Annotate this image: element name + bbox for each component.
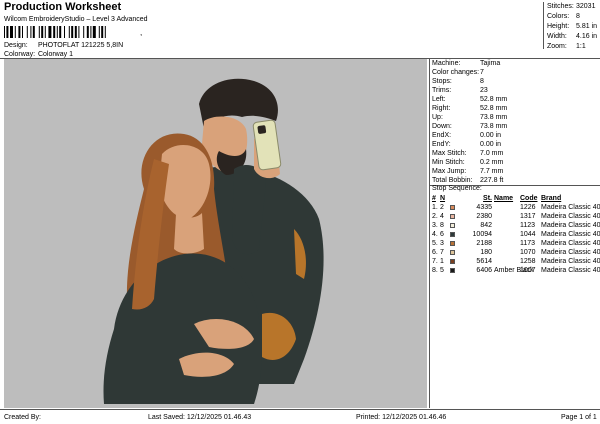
stop-cell-code: 1258 — [520, 258, 536, 265]
stat-width: Width: 4.16 in — [547, 33, 598, 40]
stop-cell-n: 3 — [440, 240, 444, 247]
colorway-value: Colorway 1 — [37, 51, 73, 58]
design-row: Design: PHOTOFLAT 121225 5,8IN — [4, 42, 123, 49]
barcode-trail: , — [140, 28, 143, 37]
stop-cell-num: 2. — [432, 213, 438, 220]
page-title: Production Worksheet — [4, 1, 122, 13]
stop-cell-n: 8 — [440, 222, 444, 229]
stop-cell-n: 7 — [440, 249, 444, 256]
colorway-row: Colorway: Colorway 1 — [4, 51, 73, 58]
stop-cell-st: 180 — [480, 249, 492, 256]
stop-sequence-title: Stop Sequence: — [432, 185, 482, 192]
stop-table-header: # N St. Name Code Brand — [432, 195, 562, 202]
stop-cell-code: 1070 — [520, 249, 536, 256]
stop-cell-n: 1 — [440, 258, 444, 265]
embroidery-artwork — [103, 78, 324, 404]
stat-zoom: Zoom: 1:1 — [547, 43, 586, 50]
footer: Created By: Last Saved: 12/12/2025 01.46… — [0, 409, 600, 424]
stop-cell-st: 2380 — [476, 213, 492, 220]
stop-row: 1. 2 4335 1226 Madeira Classic 40 — [430, 203, 600, 212]
colorway-label: Colorway: — [4, 51, 36, 58]
phone-camera-icon — [257, 125, 267, 134]
stop-row: 5. 3 2188 1173 Madeira Classic 40 — [430, 239, 600, 248]
stop-cell-num: 4. — [432, 231, 438, 238]
design-label: Design: — [4, 42, 28, 49]
stop-cell-st: 4335 — [476, 204, 492, 211]
stop-cell-brand: Madeira Classic 40 — [541, 267, 600, 274]
stop-cell-brand: Madeira Classic 40 — [541, 222, 600, 229]
footer-page: Page 1 of 1 — [561, 414, 597, 421]
color-swatch — [450, 223, 455, 228]
color-swatch — [450, 250, 455, 255]
color-swatch — [450, 241, 455, 246]
stop-cell-st: 6406 — [476, 267, 492, 274]
stop-cell-brand: Madeira Classic 40 — [541, 249, 600, 256]
stop-cell-n: 6 — [440, 231, 444, 238]
color-swatch — [450, 268, 455, 273]
stop-cell-st: 842 — [480, 222, 492, 229]
info-panel: Machine: Tajima Color changes: 7 Stops: 8 T… — [429, 59, 600, 408]
stop-cell-num: 7. — [432, 258, 438, 265]
stop-cell-num: 5. — [432, 240, 438, 247]
footer-last-saved: Last Saved: 12/12/2025 01.46.43 — [148, 414, 252, 421]
footer-printed: Printed: 12/12/2025 01.46.46 — [356, 414, 447, 421]
stop-cell-code: 1317 — [520, 213, 536, 220]
stop-cell-code: 1173 — [520, 240, 536, 247]
stat-height: Height: 5.81 in — [547, 23, 598, 30]
design-value: PHOTOFLAT 121225 5,8IN — [37, 42, 124, 49]
woman-neck — [174, 213, 204, 254]
stop-cell-brand: Madeira Classic 40 — [541, 204, 600, 211]
stop-cell-n: 4 — [440, 213, 444, 220]
stop-cell-code: 1007 — [520, 267, 536, 274]
stop-cell-n: 2 — [440, 204, 444, 211]
stop-row: 8. 5 6406 Amber Black 1007 Madeira Classic 40 — [430, 266, 600, 275]
stat-colors: Colors: 8 — [547, 13, 580, 20]
stop-row: 6. 7 180 1070 Madeira Classic 40 — [430, 248, 600, 257]
stop-cell-num: 6. — [432, 249, 438, 256]
stop-row: 2. 4 2380 1317 Madeira Classic 40 — [430, 212, 600, 221]
stat-stitches: Stitches: 32031 — [547, 3, 596, 10]
stop-row: 3. 8 842 1123 Madeira Classic 40 — [430, 221, 600, 230]
color-swatch — [450, 205, 455, 210]
stop-cell-code: 1226 — [520, 204, 536, 211]
stop-cell-st: 5614 — [476, 258, 492, 265]
stop-cell-brand: Madeira Classic 40 — [541, 240, 600, 247]
stop-cell-n: 5 — [440, 267, 444, 274]
software-name: Wilcom EmbroideryStudio – Level 3 Advanc… — [4, 16, 148, 23]
stop-row: 7. 1 5614 1258 Madeira Classic 40 — [430, 257, 600, 266]
stop-cell-brand: Madeira Classic 40 — [541, 258, 600, 265]
design-preview — [4, 59, 427, 408]
footer-created-by: Created By: — [4, 414, 41, 421]
stop-cell-st: 10094 — [472, 231, 492, 238]
color-swatch — [450, 259, 455, 264]
stop-cell-brand: Madeira Classic 40 — [541, 213, 600, 220]
barcode — [4, 26, 106, 38]
color-swatch — [450, 232, 455, 237]
stop-cell-code: 1044 — [520, 231, 536, 238]
stop-row: 4. 6 10094 1044 Madeira Classic 40 — [430, 230, 600, 239]
stop-cell-num: 3. — [432, 222, 438, 229]
stop-cell-code: 1123 — [520, 222, 536, 229]
stop-cell-brand: Madeira Classic 40 — [541, 231, 600, 238]
stop-cell-st: 2188 — [476, 240, 492, 247]
stats-box: Stitches: 32031 Colors: 8 Height: 5.81 in W… — [543, 2, 600, 50]
stop-cell-num: 1. — [432, 204, 438, 211]
stop-cell-num: 8. — [432, 267, 438, 274]
stop-sequence-table: # N St. Name Code Brand 1. 2 4335 1226 Madei… — [430, 194, 600, 275]
color-swatch — [450, 214, 455, 219]
